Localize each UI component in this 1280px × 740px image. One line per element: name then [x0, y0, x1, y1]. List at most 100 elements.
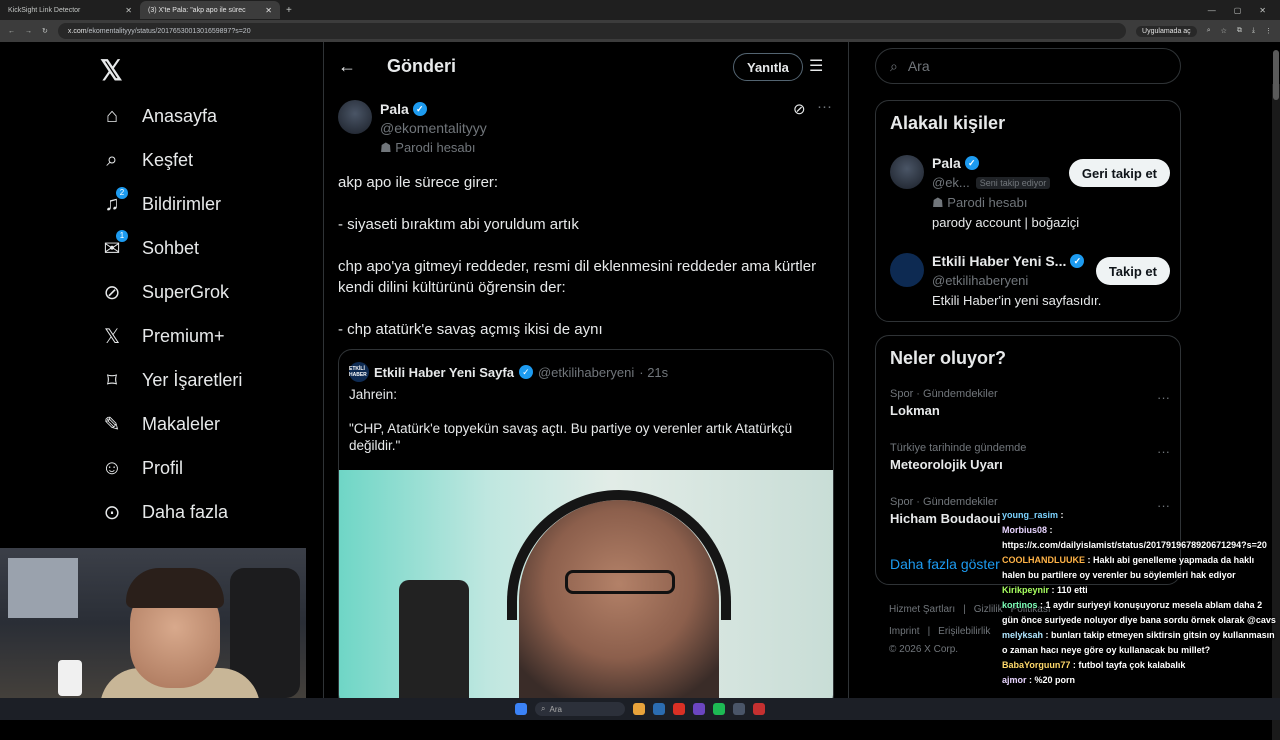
more-options-icon[interactable]: ···	[1157, 444, 1170, 459]
more-options-icon[interactable]: ···	[817, 98, 832, 115]
url-field[interactable]: x.com/ekomentalityyy/status/201765300130…	[57, 23, 1127, 39]
footer-link[interactable]: Gizlilik	[974, 604, 1003, 615]
quoted-tweet[interactable]: ETKİLİ HABER Etkili Haber Yeni Sayfa ✓ @…	[338, 349, 834, 709]
close-icon[interactable]: ✕	[265, 6, 272, 15]
sidebar-item-home[interactable]: ⌂ Anasayfa	[100, 102, 217, 130]
file-explorer-icon[interactable]	[633, 703, 645, 715]
sidebar-item-profile[interactable]: ☺ Profil	[100, 454, 183, 482]
grok-icon[interactable]: ⊘	[793, 100, 806, 118]
app-icon[interactable]	[733, 703, 745, 715]
related-person[interactable]: Etkili Haber Yeni S... ✓ @etkilihaberyeni…	[890, 253, 1170, 313]
footer-link[interactable]: Hizmet Şartları	[889, 604, 955, 615]
back-arrow-icon[interactable]: ←	[338, 56, 356, 77]
mask-icon: ☗	[380, 140, 396, 155]
sidebar-item-supergrok[interactable]: ⊘ SuperGrok	[100, 278, 229, 306]
spotify-app-icon[interactable]	[713, 703, 725, 715]
trend-name: Lokman	[890, 403, 940, 418]
sidebar-item-explore[interactable]: ⌕ Keşfet	[100, 146, 193, 174]
sidebar-item-premium[interactable]: 𝕏 Premium+	[100, 322, 225, 350]
chat-message: ajmor : %20 porn	[1002, 673, 1280, 688]
divider	[323, 42, 324, 698]
forward-icon[interactable]: →	[25, 28, 32, 35]
chat-message: melyksah : bunları takip etmeyen siktirs…	[1002, 628, 1280, 658]
chat-user: COOLHANDLUUKE	[1002, 555, 1085, 565]
scrollbar-thumb[interactable]	[1273, 50, 1279, 100]
follow-button[interactable]: Takip et	[1095, 257, 1170, 285]
copyright-text: © 2026 X Corp.	[889, 644, 959, 655]
tweet-author[interactable]: Pala ✓	[380, 101, 427, 117]
footer-link[interactable]: Erişilebilirlik	[938, 626, 990, 637]
search-input[interactable]: ⌕ Ara	[875, 48, 1181, 84]
author-handle[interactable]: @ekomentalityyy	[380, 120, 487, 136]
zoom-icon[interactable]: ⌕	[1207, 27, 1211, 35]
settings-sliders-icon[interactable]: ☰	[809, 56, 823, 76]
quote-author-name: Etkili Haber Yeni Sayfa	[374, 364, 514, 380]
more-options-icon[interactable]: ···	[1157, 390, 1170, 405]
tweet-paragraph: - chp atatürk'e savaş açmış ikisi de ayn…	[338, 321, 603, 338]
webcam-overlay	[0, 548, 306, 698]
background-window-shape	[8, 558, 78, 618]
taskbar-search[interactable]: ⌕ Ara	[535, 702, 625, 716]
search-icon: ⌕	[890, 57, 898, 74]
parody-label: ☗ Parodi hesabı	[932, 195, 1028, 211]
sidebar-item-articles[interactable]: ✎ Makaleler	[100, 410, 220, 438]
footer-link[interactable]: Imprint	[889, 626, 920, 637]
download-icon[interactable]: ⤓	[1252, 27, 1255, 35]
browser-tab[interactable]: KickSight Link Detector ✕	[0, 1, 140, 19]
chat-text: : %20 porn	[1029, 675, 1076, 685]
follows-you-badge: Seni takip ediyor	[975, 176, 1051, 189]
footer-separator: |	[927, 626, 931, 637]
menu-icon[interactable]: ⋮	[1265, 27, 1272, 35]
chrome-app-icon[interactable]	[673, 703, 685, 715]
tweet-text: akp apo ile sürece girer: - siyaseti bır…	[338, 172, 828, 361]
show-more-link[interactable]: Daha fazla göster	[890, 556, 1000, 572]
browser-tab-active[interactable]: (3) X'te Pala: "akp apo ile sürec ✕	[140, 1, 280, 19]
app-icon[interactable]	[753, 703, 765, 715]
avatar[interactable]	[890, 155, 924, 189]
reply-button[interactable]: Yanıtla	[733, 53, 803, 81]
minimize-icon[interactable]: —	[1208, 6, 1216, 15]
related-people-card: Alakalı kişiler Pala ✓ @ek... Seni takip e…	[875, 100, 1181, 322]
sidebar-item-label: Makaleler	[142, 413, 221, 434]
browser-app-icon[interactable]	[653, 703, 665, 715]
trend-item[interactable]: Spor · Gündemdekiler Lokman ···	[890, 388, 1170, 418]
follow-back-button[interactable]: Geri takip et	[1068, 159, 1170, 187]
chat-text: : 110 etti	[1051, 585, 1088, 595]
verified-icon: ✓	[964, 156, 979, 170]
maximize-icon[interactable]: ▢	[1234, 6, 1242, 15]
sidebar-item-label: Keşfet	[142, 149, 194, 170]
reload-icon[interactable]: ↻	[42, 27, 48, 35]
chat-text: : 1 aydır suriyeyi konuşuyoruz mesela ab…	[1002, 600, 1276, 625]
open-in-app-button[interactable]: Uygulamada aç	[1136, 25, 1197, 37]
sidebar-item-chat[interactable]: ✉ 1 Sohbet	[100, 229, 199, 262]
new-tab-icon[interactable]: +	[280, 5, 292, 16]
star-icon[interactable]: ☆	[1221, 27, 1227, 35]
footer-separator: |	[963, 604, 966, 615]
mask-icon: ☗	[932, 195, 948, 210]
quote-time: · 21s	[639, 364, 669, 380]
sidebar-item-bookmarks[interactable]: ⌑ Yer İşaretleri	[100, 366, 243, 394]
person-handle: @ek... Seni takip ediyor	[932, 175, 1051, 190]
sidebar-item-notifications[interactable]: ♫ 2 Bildirimler	[100, 186, 221, 218]
related-person[interactable]: Pala ✓ @ek... Seni takip ediyor ☗ Parodi h…	[890, 155, 1170, 235]
quote-video-thumbnail[interactable]	[339, 470, 833, 708]
parody-text: Parodi hesabı	[395, 140, 476, 155]
search-icon: ⌕	[541, 704, 546, 713]
extensions-icon[interactable]: ⧉	[1237, 27, 1242, 35]
discord-app-icon[interactable]	[693, 703, 705, 715]
tab-label: KickSight Link Detector	[8, 6, 81, 14]
glasses-shape	[565, 570, 675, 594]
avatar[interactable]	[338, 100, 372, 134]
quote-author-handle: @etkilihaberyeni	[537, 364, 635, 380]
x-logo-icon[interactable]: 𝕏	[100, 54, 123, 87]
sidebar-item-more[interactable]: ⊙ Daha fazla	[100, 498, 228, 526]
person-name: Pala ✓	[932, 155, 979, 171]
windows-start-icon[interactable]	[515, 703, 527, 715]
close-icon[interactable]: ✕	[125, 6, 132, 15]
avatar[interactable]	[890, 253, 924, 287]
close-window-icon[interactable]: ✕	[1259, 6, 1266, 15]
back-icon[interactable]: ←	[8, 28, 15, 35]
bookmark-icon: ⌑	[106, 369, 118, 392]
person-handle: @etkilihaberyeni	[932, 273, 1028, 288]
trend-item[interactable]: Türkiye tarihinde gündemde Meteorolojik …	[890, 442, 1170, 472]
